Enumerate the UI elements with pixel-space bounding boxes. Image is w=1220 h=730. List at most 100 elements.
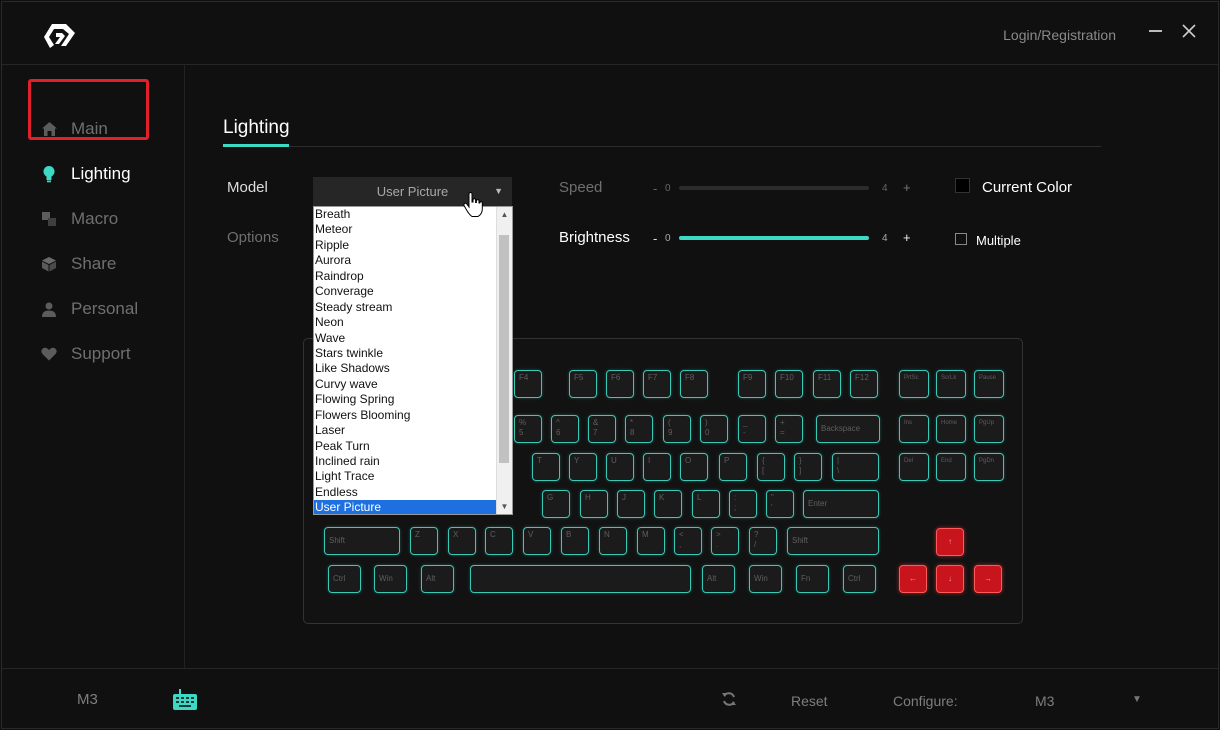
- list-item[interactable]: Converage: [314, 284, 497, 299]
- configure-select[interactable]: M3: [1035, 693, 1054, 709]
- scroll-down-icon[interactable]: ▼: [497, 499, 512, 514]
- close-button[interactable]: [1180, 22, 1198, 40]
- list-item[interactable]: Steady stream: [314, 300, 497, 315]
- multiple-checkbox[interactable]: [955, 233, 967, 245]
- key-c[interactable]: C: [485, 527, 513, 555]
- list-item[interactable]: Laser: [314, 423, 497, 438]
- brightness-increase-button[interactable]: +: [903, 230, 911, 245]
- keyboard-device-icon[interactable]: [173, 689, 197, 711]
- key-v[interactable]: V: [523, 527, 551, 555]
- model-options-list[interactable]: Breath Meteor Ripple Aurora Raindrop Con…: [313, 206, 513, 515]
- key-slash[interactable]: ? /: [749, 527, 777, 555]
- key-del[interactable]: Del: [899, 453, 929, 481]
- key-home[interactable]: Home: [936, 415, 966, 443]
- minimize-button[interactable]: [1149, 30, 1162, 32]
- key-l[interactable]: L: [692, 490, 720, 518]
- key-g[interactable]: G: [542, 490, 570, 518]
- key-arrow-left[interactable]: ←: [899, 565, 927, 593]
- key-ins[interactable]: Ins: [899, 415, 929, 443]
- key-scrlk[interactable]: ScrLk: [936, 370, 966, 398]
- chevron-down-icon[interactable]: ▼: [1132, 694, 1142, 705]
- list-item[interactable]: Flowers Blooming: [314, 408, 497, 423]
- key-enter[interactable]: Enter: [803, 490, 879, 518]
- key-j[interactable]: J: [617, 490, 645, 518]
- reset-button[interactable]: Reset: [791, 693, 828, 709]
- key-8[interactable]: * 8: [625, 415, 653, 443]
- key-prtsc[interactable]: PrtSc: [899, 370, 929, 398]
- key-end[interactable]: End: [936, 453, 966, 481]
- sidebar-item-share[interactable]: Share: [40, 250, 116, 278]
- list-scrollbar[interactable]: ▲ ▼: [496, 207, 512, 514]
- list-item[interactable]: Raindrop: [314, 269, 497, 284]
- refresh-icon[interactable]: [721, 691, 737, 707]
- list-item[interactable]: Endless: [314, 485, 497, 500]
- key-pgup[interactable]: PgUp: [974, 415, 1004, 443]
- list-item[interactable]: Stars twinkle: [314, 346, 497, 361]
- key-lbracket[interactable]: { [: [757, 453, 785, 481]
- key-7[interactable]: & 7: [588, 415, 616, 443]
- list-item[interactable]: Inclined rain: [314, 454, 497, 469]
- key-n[interactable]: N: [599, 527, 627, 555]
- key-k[interactable]: K: [654, 490, 682, 518]
- key-left-shift[interactable]: Shift: [324, 527, 400, 555]
- brightness-slider[interactable]: [679, 236, 869, 240]
- speed-decrease-button[interactable]: -: [653, 181, 657, 196]
- key-f6[interactable]: F6: [606, 370, 634, 398]
- key-f7[interactable]: F7: [643, 370, 671, 398]
- key-b[interactable]: B: [561, 527, 589, 555]
- key-right-alt[interactable]: Alt: [702, 565, 735, 593]
- key-y[interactable]: Y: [569, 453, 597, 481]
- key-f10[interactable]: F10: [775, 370, 803, 398]
- key-pgdn[interactable]: PgDn: [974, 453, 1004, 481]
- list-item[interactable]: Light Trace: [314, 469, 497, 484]
- list-item[interactable]: Meteor: [314, 222, 497, 237]
- list-item[interactable]: Curvy wave: [314, 377, 497, 392]
- key-arrow-down[interactable]: ↓: [936, 565, 964, 593]
- sidebar-item-lighting[interactable]: Lighting: [40, 160, 131, 188]
- key-backspace[interactable]: Backspace: [816, 415, 880, 443]
- key-right-win[interactable]: Win: [749, 565, 782, 593]
- key-arrow-up[interactable]: ↑: [936, 528, 964, 556]
- key-left-win[interactable]: Win: [374, 565, 407, 593]
- key-rbracket[interactable]: } ]: [794, 453, 822, 481]
- key-o[interactable]: O: [680, 453, 708, 481]
- key-backslash[interactable]: | \: [832, 453, 879, 481]
- list-item[interactable]: Ripple: [314, 238, 497, 253]
- key-equal[interactable]: + =: [775, 415, 803, 443]
- scroll-thumb[interactable]: [499, 235, 509, 463]
- key-u[interactable]: U: [606, 453, 634, 481]
- key-f12[interactable]: F12: [850, 370, 878, 398]
- key-period[interactable]: > .: [711, 527, 739, 555]
- key-h[interactable]: H: [580, 490, 608, 518]
- key-right-ctrl[interactable]: Ctrl: [843, 565, 876, 593]
- key-semicolon[interactable]: : ;: [729, 490, 757, 518]
- list-item[interactable]: Wave: [314, 331, 497, 346]
- login-registration-link[interactable]: Login/Registration: [1003, 27, 1116, 43]
- speed-increase-button[interactable]: +: [903, 180, 911, 195]
- key-6[interactable]: ^ 6: [551, 415, 579, 443]
- key-left-alt[interactable]: Alt: [421, 565, 454, 593]
- list-item[interactable]: Flowing Spring: [314, 392, 497, 407]
- current-color-swatch[interactable]: [955, 178, 970, 193]
- sidebar-item-macro[interactable]: Macro: [40, 205, 118, 233]
- key-t[interactable]: T: [532, 453, 560, 481]
- key-fn[interactable]: Fn: [796, 565, 829, 593]
- key-f5[interactable]: F5: [569, 370, 597, 398]
- key-i[interactable]: I: [643, 453, 671, 481]
- key-comma[interactable]: < ,: [674, 527, 702, 555]
- key-m[interactable]: M: [637, 527, 665, 555]
- sidebar-item-support[interactable]: Support: [40, 340, 131, 368]
- sidebar-item-personal[interactable]: Personal: [40, 295, 138, 323]
- key-f9[interactable]: F9: [738, 370, 766, 398]
- key-left-ctrl[interactable]: Ctrl: [328, 565, 361, 593]
- list-item[interactable]: Peak Turn: [314, 439, 497, 454]
- key-9[interactable]: ( 9: [663, 415, 691, 443]
- brightness-decrease-button[interactable]: -: [653, 231, 657, 246]
- key-minus[interactable]: _ -: [738, 415, 766, 443]
- key-f11[interactable]: F11: [813, 370, 841, 398]
- list-item[interactable]: Neon: [314, 315, 497, 330]
- key-pause[interactable]: Pause: [974, 370, 1004, 398]
- key-p[interactable]: P: [719, 453, 747, 481]
- key-quote[interactable]: " ': [766, 490, 794, 518]
- speed-slider[interactable]: [679, 186, 869, 190]
